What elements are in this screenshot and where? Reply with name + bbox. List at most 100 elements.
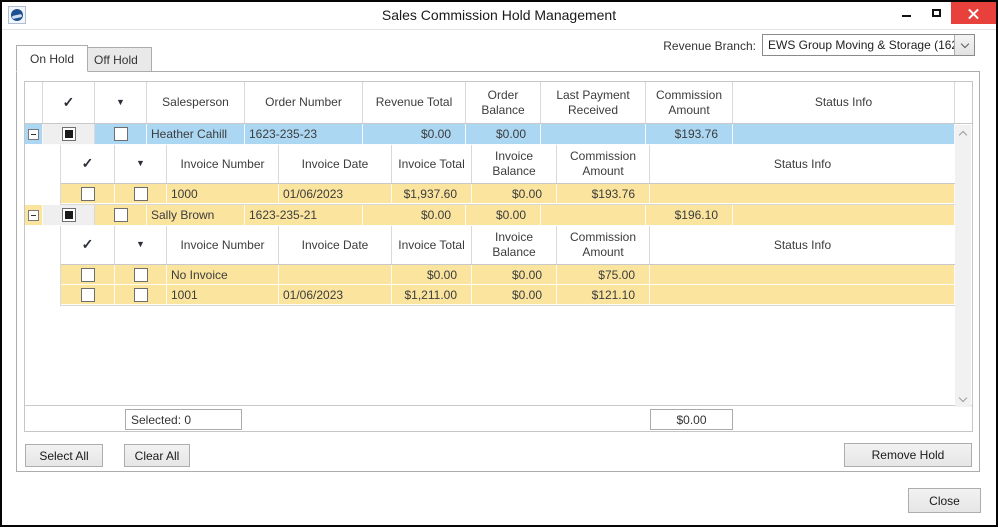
col-order-balance[interactable]: Order Balance	[466, 82, 541, 123]
invoice-date: 01/06/2023	[279, 184, 392, 203]
invoice-grid-sally-brown: ✓ ▼ Invoice Number Invoice Date Invoice …	[60, 226, 955, 306]
commission-amount: $196.10	[646, 205, 733, 225]
scroll-up-button[interactable]	[955, 125, 971, 141]
group-select-cell[interactable]	[95, 124, 147, 144]
invoice-row-1001[interactable]: 1001 01/06/2023 $1,211.00 $0.00 $121.10	[61, 285, 955, 305]
scroll-down-button[interactable]	[955, 391, 971, 407]
invoice-checkbox[interactable]	[133, 267, 148, 282]
chevron-up-icon	[958, 130, 968, 139]
col-order-number[interactable]: Order Number	[245, 82, 363, 123]
invoice-status	[650, 285, 955, 304]
col-commission-amount[interactable]: Commission Amount	[646, 82, 733, 123]
col-invoice-total[interactable]: Invoice Total	[392, 226, 472, 264]
invoice-checkbox[interactable]	[80, 267, 95, 282]
salesperson-row-sally-brown[interactable]: Sally Brown 1623-235-21 $0.00 $0.00 $196…	[25, 205, 955, 226]
close-window-button[interactable]	[951, 2, 996, 24]
select-column-header[interactable]: ▼	[95, 82, 147, 123]
invoice-commission: $75.00	[557, 265, 650, 284]
group-select-cell[interactable]	[95, 205, 147, 225]
remove-hold-button[interactable]: Remove Hold	[844, 443, 972, 467]
invoice-header-row: ✓ ▼ Invoice Number Invoice Date Invoice …	[61, 226, 955, 265]
invoice-grid-heather-cahill: ✓ ▼ Invoice Number Invoice Date Invoice …	[60, 145, 955, 205]
collapse-minus-icon	[28, 128, 39, 140]
chevron-down-icon	[960, 39, 969, 48]
invoice-check-all-header[interactable]: ✓	[61, 145, 115, 183]
col-invoice-date[interactable]: Invoice Date	[279, 145, 392, 183]
indeterminate-checkbox[interactable]	[61, 208, 76, 222]
dialog-window: Sales Commission Hold Management Revenue…	[0, 0, 998, 527]
revenue-branch-value: EWS Group Moving & Storage (1623)	[768, 38, 954, 52]
indeterminate-checkbox[interactable]	[61, 127, 76, 141]
window-title: Sales Commission Hold Management	[381, 7, 617, 23]
col-last-payment[interactable]: Last Payment Received	[541, 82, 646, 123]
col-invoice-total[interactable]: Invoice Total	[392, 145, 472, 183]
clear-all-button[interactable]: Clear All	[124, 444, 190, 467]
check-icon: ✓	[81, 236, 94, 253]
maximize-icon	[931, 9, 941, 17]
collapse-toggle[interactable]	[25, 124, 43, 144]
col-invoice-status[interactable]: Status Info	[650, 145, 955, 183]
invoice-total: $1,211.00	[392, 285, 472, 304]
col-invoice-balance[interactable]: Invoice Balance	[472, 145, 557, 183]
scrollbar-header-spacer	[955, 82, 972, 123]
invoice-row-1000[interactable]: 1000 01/06/2023 $1,937.60 $0.00 $193.76	[61, 184, 955, 204]
collapse-toggle[interactable]	[25, 205, 43, 225]
invoice-check-all-header[interactable]: ✓	[61, 226, 115, 264]
invoice-row-no-invoice[interactable]: No Invoice $0.00 $0.00 $75.00	[61, 265, 955, 285]
invoice-check-cell[interactable]	[61, 265, 115, 284]
invoice-checkbox[interactable]	[80, 186, 95, 201]
col-invoice-commission[interactable]: Commission Amount	[557, 226, 650, 264]
invoice-checkbox[interactable]	[133, 186, 148, 201]
col-invoice-number[interactable]: Invoice Number	[167, 226, 279, 264]
invoice-date: 01/06/2023	[279, 285, 392, 304]
invoice-checkbox[interactable]	[80, 287, 95, 302]
minimize-button[interactable]	[891, 2, 921, 24]
invoice-check-cell[interactable]	[61, 285, 115, 304]
expand-column-header	[25, 82, 43, 123]
revenue-branch-label: Revenue Branch:	[663, 39, 756, 53]
status-info	[733, 205, 955, 225]
col-status-info[interactable]: Status Info	[733, 82, 955, 123]
grid-empty-area	[25, 306, 972, 405]
col-invoice-commission[interactable]: Commission Amount	[557, 145, 650, 183]
tab-off-hold[interactable]: Off Hold	[80, 47, 152, 72]
invoice-select-header[interactable]: ▼	[115, 226, 167, 264]
combo-dropdown-button[interactable]	[954, 35, 974, 55]
invoice-number: 1001	[167, 285, 279, 304]
select-all-button[interactable]: Select All	[25, 444, 103, 467]
group-check-cell[interactable]	[43, 124, 95, 144]
last-payment-received	[541, 124, 646, 144]
invoice-select-header[interactable]: ▼	[115, 145, 167, 183]
invoice-select-cell[interactable]	[115, 184, 167, 203]
maximize-button[interactable]	[921, 2, 951, 24]
invoice-balance: $0.00	[472, 285, 557, 304]
col-invoice-balance[interactable]: Invoice Balance	[472, 226, 557, 264]
vertical-scrollbar[interactable]	[955, 125, 971, 407]
dropdown-arrow-icon: ▼	[116, 96, 125, 107]
tab-on-hold[interactable]: On Hold	[16, 45, 89, 72]
invoice-number: 1000	[167, 184, 279, 203]
grid-footer: Selected: 0 $0.00	[25, 405, 972, 431]
revenue-branch-select[interactable]: EWS Group Moving & Storage (1623)	[762, 34, 975, 56]
salesperson-name: Heather Cahill	[147, 124, 245, 144]
invoice-select-cell[interactable]	[115, 265, 167, 284]
invoice-status	[650, 265, 955, 284]
col-invoice-number[interactable]: Invoice Number	[167, 145, 279, 183]
col-invoice-date[interactable]: Invoice Date	[279, 226, 392, 264]
invoice-check-cell[interactable]	[61, 184, 115, 203]
salesperson-row-heather-cahill[interactable]: Heather Cahill 1623-235-23 $0.00 $0.00 $…	[25, 124, 955, 145]
col-revenue-total[interactable]: Revenue Total	[363, 82, 466, 123]
invoice-commission: $121.10	[557, 285, 650, 304]
invoice-select-cell[interactable]	[115, 285, 167, 304]
invoice-checkbox[interactable]	[133, 287, 148, 302]
grid-header-row: ✓ ▼ Salesperson Order Number Revenue Tot…	[25, 82, 972, 124]
col-salesperson[interactable]: Salesperson	[147, 82, 245, 123]
row-checkbox[interactable]	[113, 208, 128, 222]
revenue-total: $0.00	[363, 205, 466, 225]
group-check-cell[interactable]	[43, 205, 95, 225]
check-all-column-header[interactable]: ✓	[43, 82, 95, 123]
close-button[interactable]: Close	[908, 488, 981, 513]
row-checkbox[interactable]	[113, 127, 128, 141]
close-icon	[968, 8, 979, 19]
col-invoice-status[interactable]: Status Info	[650, 226, 955, 264]
